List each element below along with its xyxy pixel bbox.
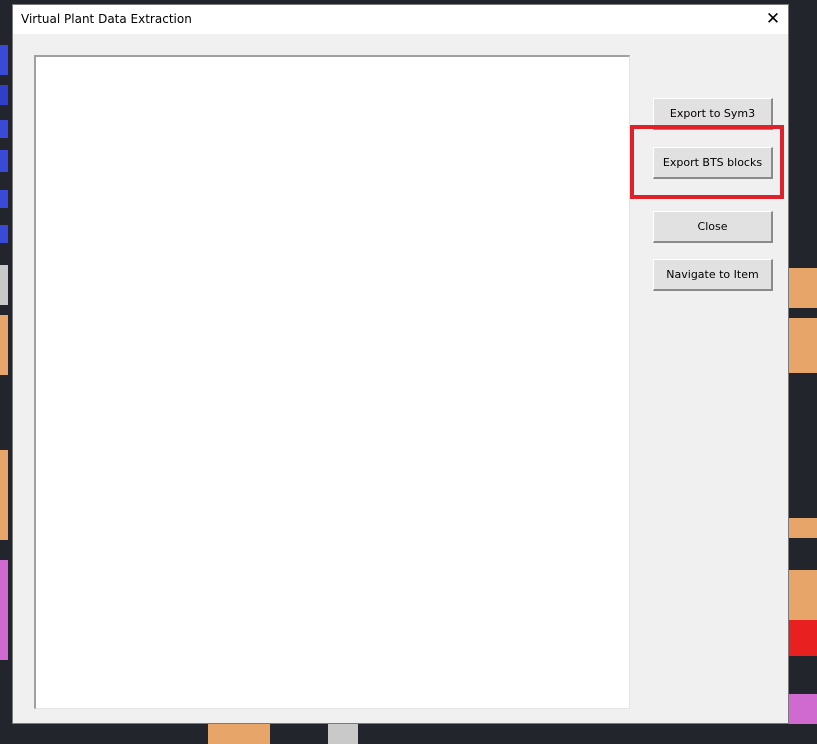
cad-fragment-right-2 — [789, 318, 817, 373]
virtual-plant-dialog: Virtual Plant Data Extraction ✕ Export t… — [12, 4, 789, 724]
cad-fragment-right-3 — [789, 518, 817, 538]
dialog-title: Virtual Plant Data Extraction — [21, 12, 192, 26]
cad-fragment-left-10 — [0, 560, 8, 660]
cad-fragment-left-9 — [0, 450, 8, 540]
cad-fragment-bottom-2 — [328, 724, 358, 744]
export-to-sym3-button[interactable]: Export to Sym3 — [653, 98, 773, 130]
cad-fragment-left-6 — [0, 225, 8, 243]
close-icon[interactable]: ✕ — [758, 5, 788, 34]
cad-fragment-left-2 — [0, 85, 8, 105]
cad-fragment-left-5 — [0, 190, 8, 208]
cad-fragment-right-6 — [789, 694, 817, 724]
navigate-to-item-button[interactable]: Navigate to Item — [653, 259, 773, 291]
close-button[interactable]: Close — [653, 211, 773, 243]
cad-fragment-left-4 — [0, 150, 8, 172]
cad-fragment-left-1 — [0, 45, 8, 75]
cad-fragment-right-5 — [789, 620, 817, 656]
cad-fragment-left-7 — [0, 265, 8, 305]
cad-fragment-right-4 — [789, 570, 817, 620]
results-listbox[interactable] — [34, 55, 630, 709]
cad-fragment-left-3 — [0, 120, 8, 138]
cad-fragment-bottom-1 — [208, 724, 270, 744]
cad-fragment-right-1 — [789, 268, 817, 308]
dialog-titlebar[interactable]: Virtual Plant Data Extraction ✕ — [13, 5, 788, 34]
cad-fragment-left-8 — [0, 315, 8, 375]
export-bts-blocks-button[interactable]: Export BTS blocks — [653, 147, 773, 179]
